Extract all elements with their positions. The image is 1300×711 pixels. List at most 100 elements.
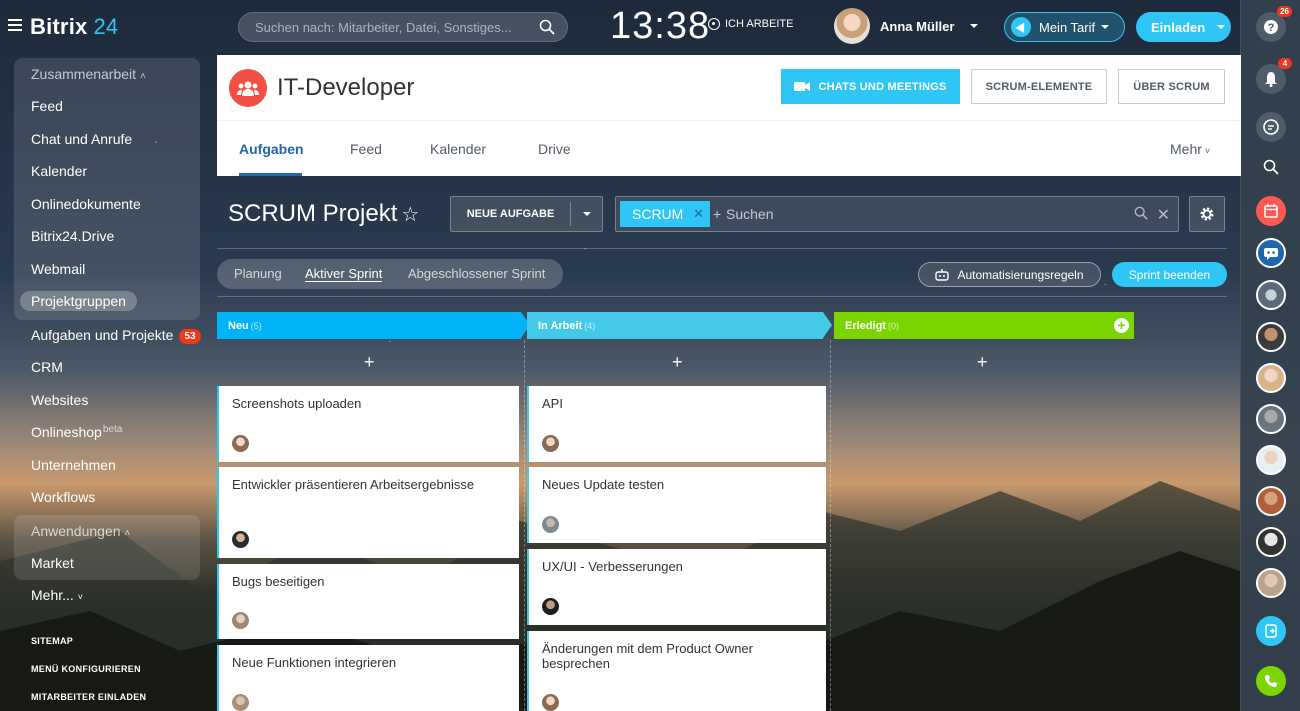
bitrix-logo[interactable]: Bitrix 24 (30, 14, 118, 40)
search-rail-button[interactable] (1256, 152, 1286, 182)
workgroup-tabs: Aufgaben Feed Kalender Drive Mehr ˅ (217, 121, 1241, 176)
filter-chip-label: SCRUM (632, 206, 684, 222)
sprint-tab-completed[interactable]: Abgeschlossener Sprint (408, 266, 545, 281)
nav-item-calendar[interactable]: Kalender (31, 163, 87, 179)
task-filter[interactable]: SCRUM ✕ + Suchen ✕ (615, 196, 1179, 232)
help-icon: ? (1264, 20, 1278, 34)
calendar-rail-button[interactable] (1256, 196, 1286, 226)
task-card[interactable]: Neues Update testen (527, 467, 826, 543)
task-card[interactable]: Neue Funktionen integrieren (217, 645, 519, 711)
assignee-avatar[interactable] (542, 516, 559, 533)
sitemap-link[interactable]: SITEMAP (31, 636, 73, 646)
invite-staff-link[interactable]: MITARBEITER EINLADEN (31, 692, 146, 702)
scrum-elements-button[interactable]: SCRUM-ELEMENTE (971, 69, 1107, 104)
add-task-icon[interactable]: + (364, 352, 375, 373)
workgroup-avatar[interactable] (229, 69, 267, 107)
contact-avatar[interactable] (1256, 280, 1286, 310)
tab-feed[interactable]: Feed (350, 141, 382, 157)
global-search-input[interactable] (239, 13, 529, 41)
column-separator (524, 340, 525, 711)
nav-group-head-applications[interactable]: Anwendungen ˄ (31, 523, 130, 539)
sprint-tab-planning[interactable]: Planung (234, 266, 282, 281)
new-task-button[interactable]: NEUE AUFGABE (450, 196, 603, 232)
new-task-dropdown[interactable] (571, 212, 602, 216)
tab-drive[interactable]: Drive (538, 141, 571, 157)
task-card[interactable]: Screenshots uploaden (217, 386, 519, 462)
about-scrum-button[interactable]: ÜBER SCRUM (1118, 69, 1225, 104)
end-sprint-button[interactable]: Sprint beenden (1112, 262, 1227, 287)
video-camera-icon (794, 82, 811, 91)
contact-avatar[interactable] (1256, 445, 1286, 475)
contact-avatar[interactable] (1256, 527, 1286, 557)
nav-item-webmail[interactable]: Webmail (31, 261, 85, 277)
assignee-avatar[interactable] (232, 612, 249, 629)
assignee-avatar[interactable] (232, 531, 249, 548)
nav-item-crm[interactable]: CRM (31, 359, 63, 375)
hamburger-menu-icon[interactable] (8, 19, 22, 31)
add-task-icon[interactable]: + (977, 352, 988, 373)
contact-avatar[interactable] (1256, 404, 1286, 434)
add-task-icon[interactable]: + (672, 352, 683, 373)
filter-chip[interactable]: SCRUM ✕ (620, 201, 710, 227)
nav-item-workflows[interactable]: Workflows (31, 489, 95, 505)
star-icon[interactable]: ☆ (401, 204, 419, 226)
nav-item-market[interactable]: Market (31, 555, 74, 571)
automation-rules-button[interactable]: Automatisierungsregeln (918, 262, 1101, 287)
nav-item-drive[interactable]: Bitrix24.Drive (31, 228, 114, 244)
user-menu[interactable]: Anna Müller (834, 8, 979, 44)
nav-item-chat[interactable]: Chat und Anrufe (31, 131, 132, 147)
column-header-done[interactable]: Erledigt (0) + (834, 312, 1134, 339)
chat-button[interactable] (1256, 112, 1286, 142)
search-icon[interactable] (1134, 206, 1148, 220)
contact-avatar[interactable] (1256, 322, 1286, 352)
contact-avatar[interactable] (1256, 568, 1286, 598)
sprint-tab-active[interactable]: Aktiver Sprint (305, 266, 383, 282)
configure-menu-link[interactable]: MENÜ KONFIGURIEREN (31, 664, 141, 674)
assignee-avatar[interactable] (542, 694, 559, 711)
nav-item-documents[interactable]: Onlinedokumente (31, 196, 141, 212)
clear-icon[interactable]: ✕ (1157, 205, 1170, 225)
nav-item-company[interactable]: Unternehmen (31, 457, 116, 473)
tab-more[interactable]: Mehr ˅ (1170, 141, 1210, 157)
add-column-icon[interactable]: + (1114, 318, 1129, 333)
nav-group-head-collaboration[interactable]: Zusammenarbeit ˄ (31, 66, 146, 82)
settings-button[interactable] (1189, 196, 1225, 232)
nav-item-more[interactable]: Mehr... ˅ (31, 587, 83, 603)
filter-search-placeholder[interactable]: Suchen (726, 206, 773, 222)
task-card[interactable]: Änderungen mit dem Product Owner besprec… (527, 631, 826, 711)
nav-item-feed[interactable]: Feed (31, 98, 63, 114)
column-header-in-progress[interactable]: In Arbeit (4) (527, 312, 832, 339)
group-chat-button[interactable] (1256, 238, 1286, 268)
contact-avatar[interactable] (1256, 363, 1286, 393)
invite-button[interactable]: Einladen (1136, 12, 1231, 42)
open-lines-button[interactable] (1256, 616, 1286, 646)
beta-label: beta (102, 424, 123, 435)
task-card[interactable]: UX/UI - Verbesserungen (527, 549, 826, 625)
column-header-new[interactable]: Neu (5) (217, 312, 530, 339)
project-title-label: SCRUM Projekt (228, 200, 398, 227)
tab-tasks[interactable]: Aufgaben (239, 141, 304, 157)
task-card[interactable]: Entwickler präsentieren Arbeitsergebniss… (217, 467, 519, 558)
notifications-button[interactable]: 4 (1256, 58, 1292, 94)
contact-avatar[interactable] (1256, 486, 1286, 516)
nav-item-websites[interactable]: Websites (31, 392, 88, 408)
task-card[interactable]: Bugs beseitigen (217, 564, 519, 639)
tarif-button[interactable]: Mein Tarif (1004, 12, 1125, 42)
chats-meetings-label: CHATS UND MEETINGS (818, 80, 947, 93)
help-button[interactable]: ? 26 (1256, 6, 1292, 42)
close-icon[interactable]: ✕ (693, 206, 704, 222)
nav-item-onlineshop[interactable]: Onlineshopbeta (31, 424, 122, 440)
tab-calendar[interactable]: Kalender (430, 141, 486, 157)
call-button[interactable] (1256, 666, 1286, 696)
task-card[interactable]: API (527, 386, 826, 462)
assignee-avatar[interactable] (232, 694, 249, 711)
assignee-avatar[interactable] (542, 598, 559, 615)
chats-meetings-button[interactable]: CHATS UND MEETINGS (781, 69, 960, 104)
assignee-avatar[interactable] (542, 435, 559, 452)
clock[interactable]: 13:38 (610, 5, 710, 48)
nav-item-tasks[interactable]: Aufgaben und Projekte 53 (31, 327, 201, 344)
search-icon[interactable] (539, 19, 555, 35)
assignee-avatar[interactable] (232, 435, 249, 452)
work-status[interactable]: ICH ARBEITE (708, 18, 793, 30)
nav-item-workgroups[interactable]: Projektgruppen (20, 291, 137, 311)
